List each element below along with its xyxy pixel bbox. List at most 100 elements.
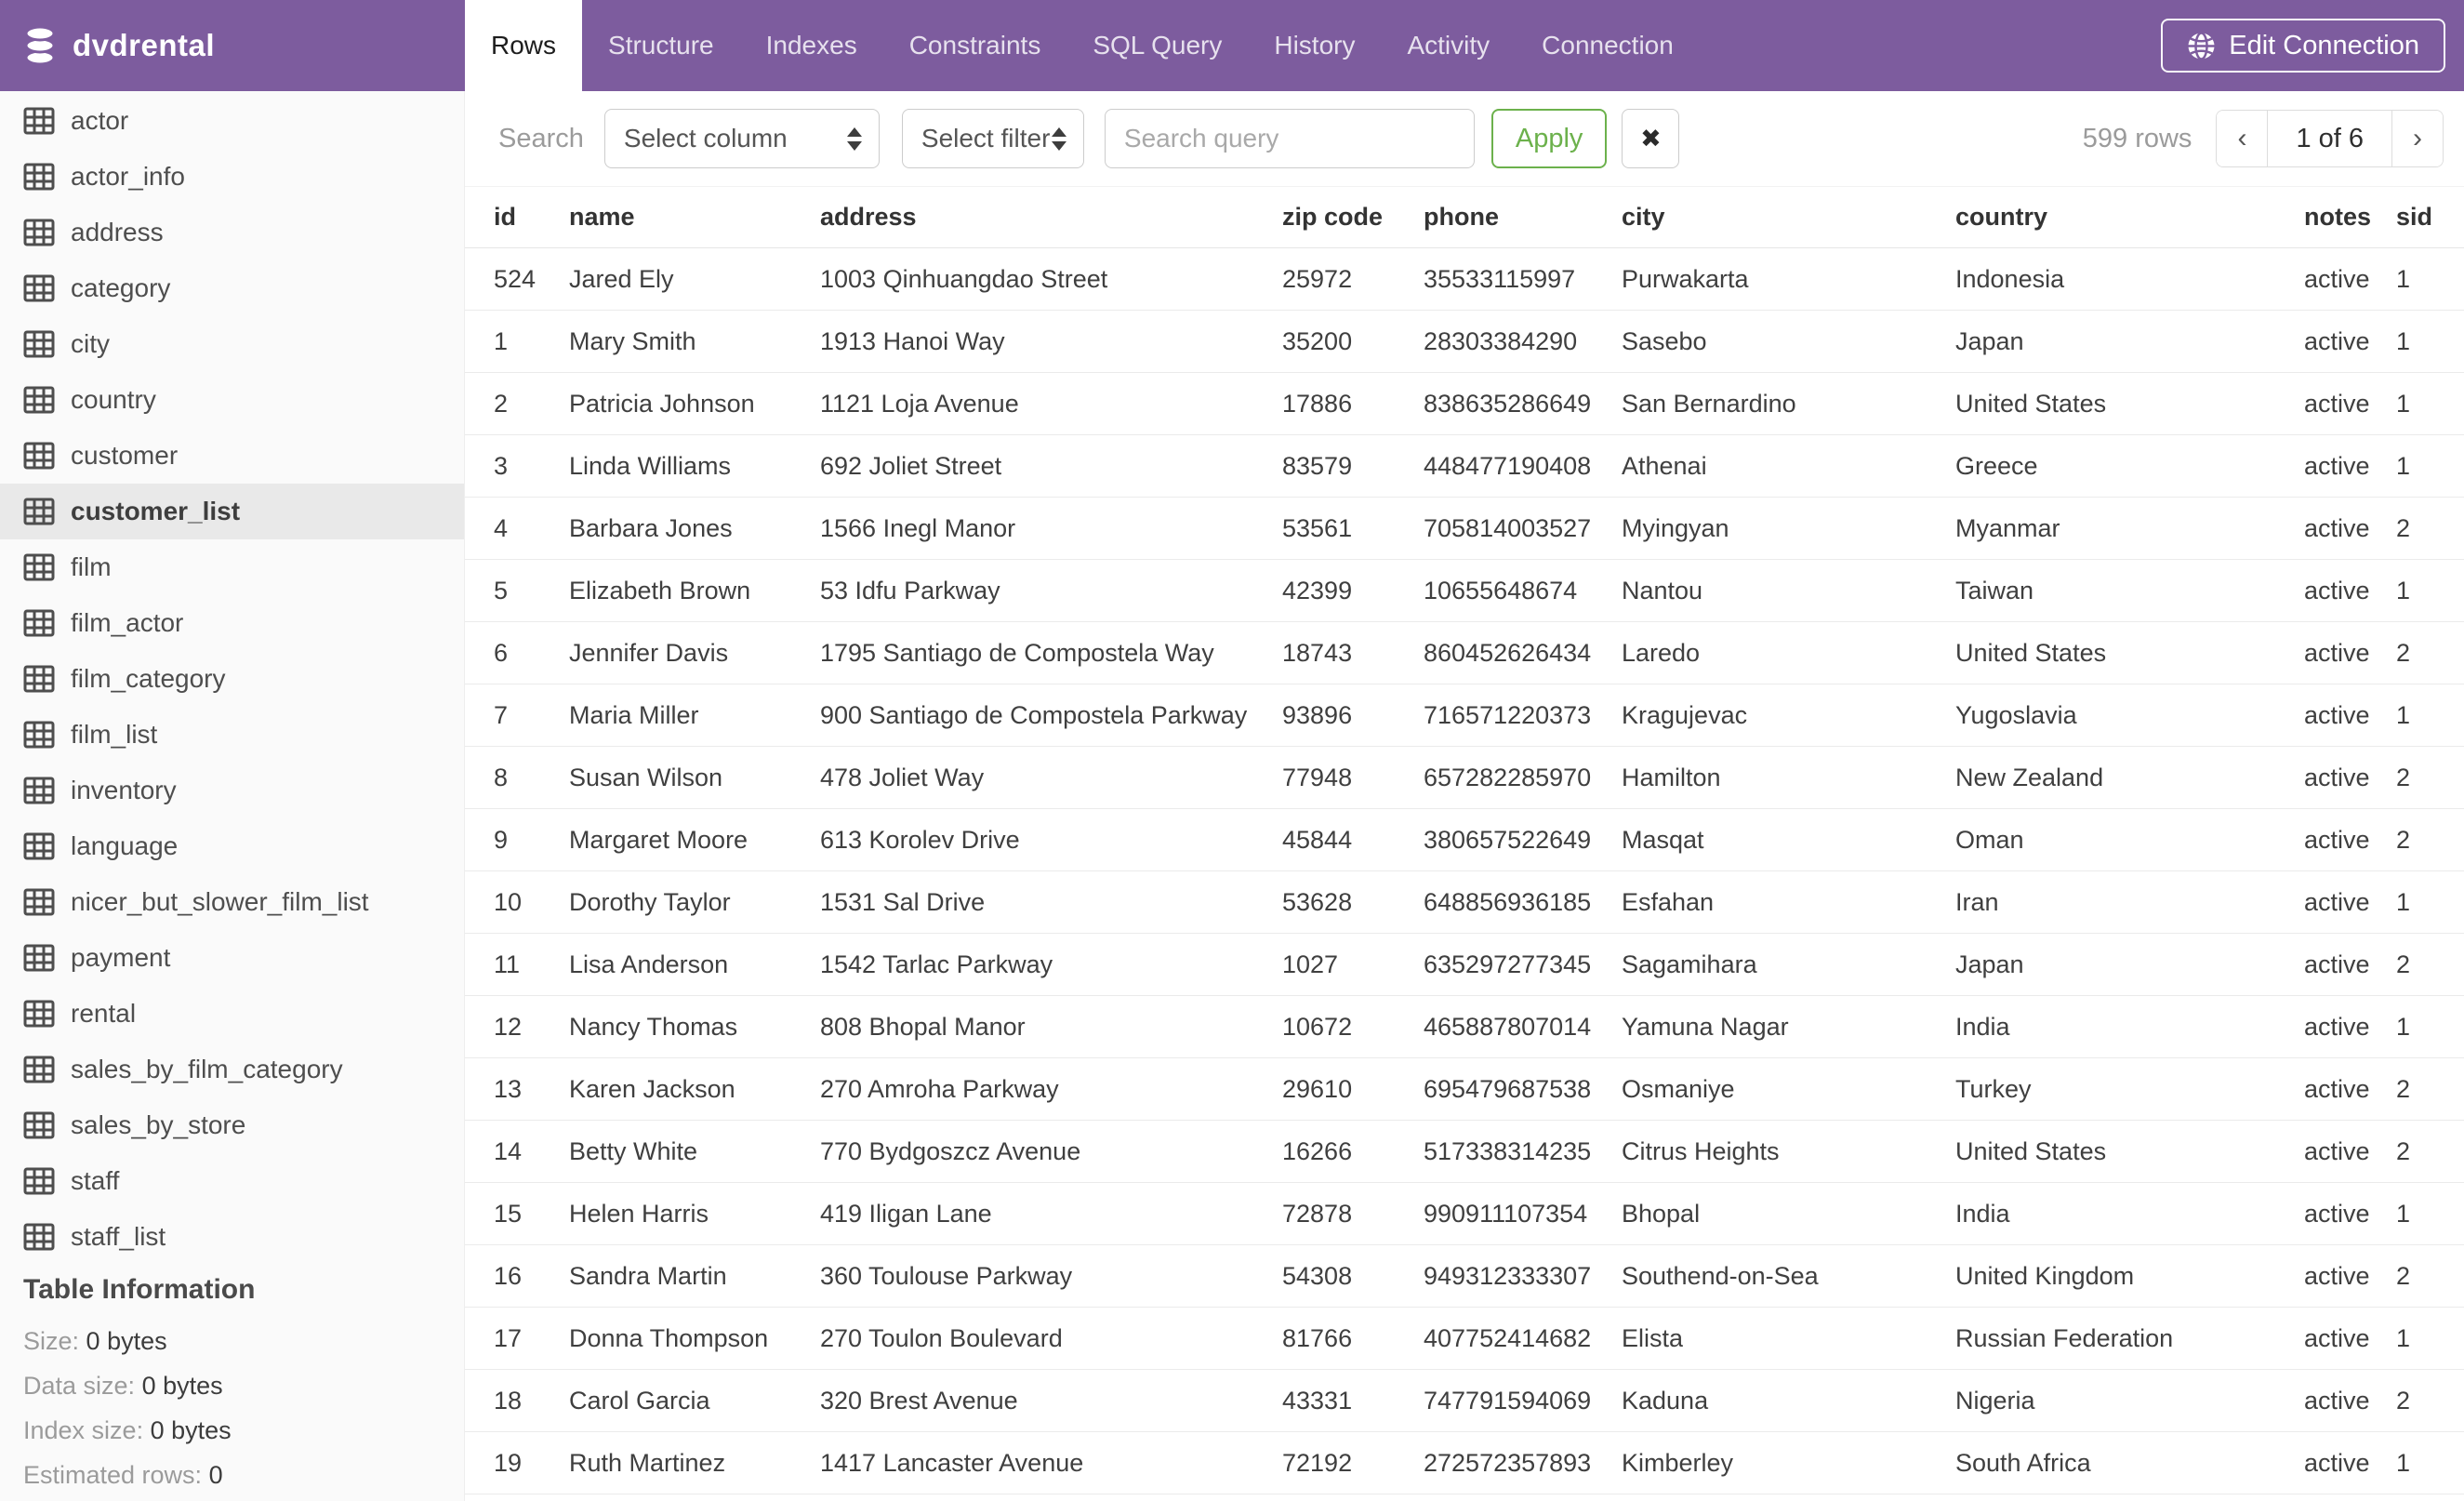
sidebar-item-actor[interactable]: actor xyxy=(0,93,464,149)
table-row[interactable]: 18 Carol Garcia 320 Brest Avenue 43331 74779… xyxy=(465,1369,2464,1432)
cell: Nancy Thomas xyxy=(569,995,820,1058)
cell: 17 xyxy=(465,1307,569,1370)
tab-structure[interactable]: Structure xyxy=(582,0,740,91)
cell: 949312333307 xyxy=(1424,1244,1622,1308)
table-row[interactable]: 2 Patricia Johnson 1121 Loja Avenue 17886 83… xyxy=(465,372,2464,435)
column-header-address[interactable]: address xyxy=(820,186,1282,248)
cell: 1 xyxy=(2396,870,2464,934)
clear-search-button[interactable]: ✖ xyxy=(1622,109,1680,168)
table-row[interactable]: 524 Jared Ely 1003 Qinhuangdao Street 25972… xyxy=(465,247,2464,311)
tab-rows[interactable]: Rows xyxy=(465,0,583,91)
table-name: staff xyxy=(71,1166,120,1195)
sidebar-item-sales_by_film_category[interactable]: sales_by_film_category xyxy=(0,1042,464,1097)
table-row[interactable]: 12 Nancy Thomas 808 Bhopal Manor 10672 46588… xyxy=(465,995,2464,1058)
table-row[interactable]: 5 Elizabeth Brown 53 Idfu Parkway 42399 1065… xyxy=(465,559,2464,622)
table-row[interactable]: 7 Maria Miller 900 Santiago de Compostela … xyxy=(465,684,2464,747)
sidebar-item-staff[interactable]: staff xyxy=(0,1153,464,1209)
tab-indexes[interactable]: Indexes xyxy=(740,0,883,91)
column-header-name[interactable]: name xyxy=(569,186,820,248)
sidebar-item-payment[interactable]: payment xyxy=(0,930,464,986)
column-header-sid[interactable]: sid xyxy=(2396,186,2464,248)
cell: 613 Korolev Drive xyxy=(820,808,1282,871)
cell: 3 xyxy=(465,434,569,498)
table-row[interactable]: 15 Helen Harris 419 Iligan Lane 72878 990911… xyxy=(465,1182,2464,1245)
cell: 28303384290 xyxy=(1424,310,1622,373)
column-header-phone[interactable]: phone xyxy=(1424,186,1622,248)
table-name: language xyxy=(71,831,179,860)
table-row[interactable]: 1 Mary Smith 1913 Hanoi Way 35200 2830338429… xyxy=(465,310,2464,373)
cell: Citrus Heights xyxy=(1622,1120,1955,1183)
sidebar-item-film_actor[interactable]: film_actor xyxy=(0,595,464,651)
sidebar-item-film_category[interactable]: film_category xyxy=(0,651,464,707)
table-row[interactable]: 16 Sandra Martin 360 Toulouse Parkway 54308… xyxy=(465,1244,2464,1308)
sidebar-item-film_list[interactable]: film_list xyxy=(0,707,464,763)
column-header-zip-code[interactable]: zip code xyxy=(1282,186,1424,248)
sidebar-item-actor_info[interactable]: actor_info xyxy=(0,149,464,205)
column-header-city[interactable]: city xyxy=(1622,186,1955,248)
table-row[interactable]: 13 Karen Jackson 270 Amroha Parkway 29610 69… xyxy=(465,1057,2464,1121)
cell: 19 xyxy=(465,1431,569,1494)
table-row[interactable]: 4 Barbara Jones 1566 Inegl Manor 53561 70581… xyxy=(465,497,2464,560)
previous-page-button[interactable]: ‹ xyxy=(2217,111,2268,166)
sidebar-item-rental[interactable]: rental xyxy=(0,986,464,1042)
table-grid-icon xyxy=(23,442,55,470)
table-row[interactable]: 3 Linda Williams 692 Joliet Street 83579 448… xyxy=(465,434,2464,498)
table-row[interactable]: 14 Betty White 770 Bydgoszcz Avenue 16266 51… xyxy=(465,1120,2464,1183)
table-grid-icon xyxy=(23,665,55,693)
next-page-button[interactable]: › xyxy=(2392,111,2443,166)
column-header-country[interactable]: country xyxy=(1955,186,2304,248)
cell: Sandra Martin xyxy=(569,1244,820,1308)
sidebar-item-customer_list[interactable]: customer_list xyxy=(0,484,464,539)
tab-connection[interactable]: Connection xyxy=(1516,0,1700,91)
sidebar-item-language[interactable]: language xyxy=(0,818,464,874)
cell: Elizabeth Brown xyxy=(569,559,820,622)
table-row[interactable]: 11 Lisa Anderson 1542 Tarlac Parkway 1027 63… xyxy=(465,933,2464,996)
search-query-input[interactable] xyxy=(1104,109,1475,168)
table-row[interactable]: 19 Ruth Martinez 1417 Lancaster Avenue 7219… xyxy=(465,1431,2464,1494)
cell: 10655648674 xyxy=(1424,559,1622,622)
sidebar-item-country[interactable]: country xyxy=(0,372,464,428)
info-value: 0 xyxy=(208,1461,223,1489)
cell: active xyxy=(2304,684,2396,747)
info-line-data-size: Data size: 0 bytes xyxy=(23,1363,464,1408)
sidebar-item-inventory[interactable]: inventory xyxy=(0,763,464,818)
sidebar-item-film[interactable]: film xyxy=(0,539,464,595)
sidebar-item-address[interactable]: address xyxy=(0,205,464,260)
table-row[interactable]: 8 Susan Wilson 478 Joliet Way 77948 65728228… xyxy=(465,746,2464,809)
table-row[interactable]: 9 Margaret Moore 613 Korolev Drive 45844 380… xyxy=(465,808,2464,871)
edit-connection-button[interactable]: Edit Connection xyxy=(2161,19,2445,73)
cell: Bhopal xyxy=(1622,1182,1955,1245)
cell: Maria Miller xyxy=(569,684,820,747)
tab-activity[interactable]: Activity xyxy=(1381,0,1516,91)
cell: 1 xyxy=(465,310,569,373)
table-grid-icon xyxy=(23,219,55,246)
table-grid-icon xyxy=(23,1111,55,1139)
tab-constraints[interactable]: Constraints xyxy=(883,0,1067,91)
cell: Southend-on-Sea xyxy=(1622,1244,1955,1308)
column-select[interactable]: Select column xyxy=(603,109,880,168)
sidebar-item-category[interactable]: category xyxy=(0,260,464,316)
edit-connection-label: Edit Connection xyxy=(2229,30,2419,60)
cell: Barbara Jones xyxy=(569,497,820,560)
apply-button[interactable]: Apply xyxy=(1490,109,1608,168)
sidebar-item-city[interactable]: city xyxy=(0,316,464,372)
sidebar-item-customer[interactable]: customer xyxy=(0,428,464,484)
sidebar-item-sales_by_store[interactable]: sales_by_store xyxy=(0,1097,464,1153)
cell: 2 xyxy=(2396,1120,2464,1183)
filter-select[interactable]: Select filter xyxy=(901,109,1084,168)
cell: 692 Joliet Street xyxy=(820,434,1282,498)
tab-history[interactable]: History xyxy=(1248,0,1381,91)
column-header-notes[interactable]: notes xyxy=(2304,186,2396,248)
cell: 1 xyxy=(2396,684,2464,747)
main-content: Search Select column Select filter Apply… xyxy=(465,91,2464,1501)
cell: 1 xyxy=(2396,995,2464,1058)
column-header-id[interactable]: id xyxy=(465,186,569,248)
sidebar-item-nicer_but_slower_film_list[interactable]: nicer_but_slower_film_list xyxy=(0,874,464,930)
table-row[interactable]: 6 Jennifer Davis 1795 Santiago de Composte… xyxy=(465,621,2464,684)
pagination: ‹ 1 of 6 › xyxy=(2216,110,2444,167)
tab-sql-query[interactable]: SQL Query xyxy=(1066,0,1248,91)
sidebar-item-staff_list[interactable]: staff_list xyxy=(0,1209,464,1265)
info-value: 0 bytes xyxy=(86,1327,167,1355)
table-row[interactable]: 10 Dorothy Taylor 1531 Sal Drive 53628 64885… xyxy=(465,870,2464,934)
table-row[interactable]: 17 Donna Thompson 270 Toulon Boulevard 8176… xyxy=(465,1307,2464,1370)
